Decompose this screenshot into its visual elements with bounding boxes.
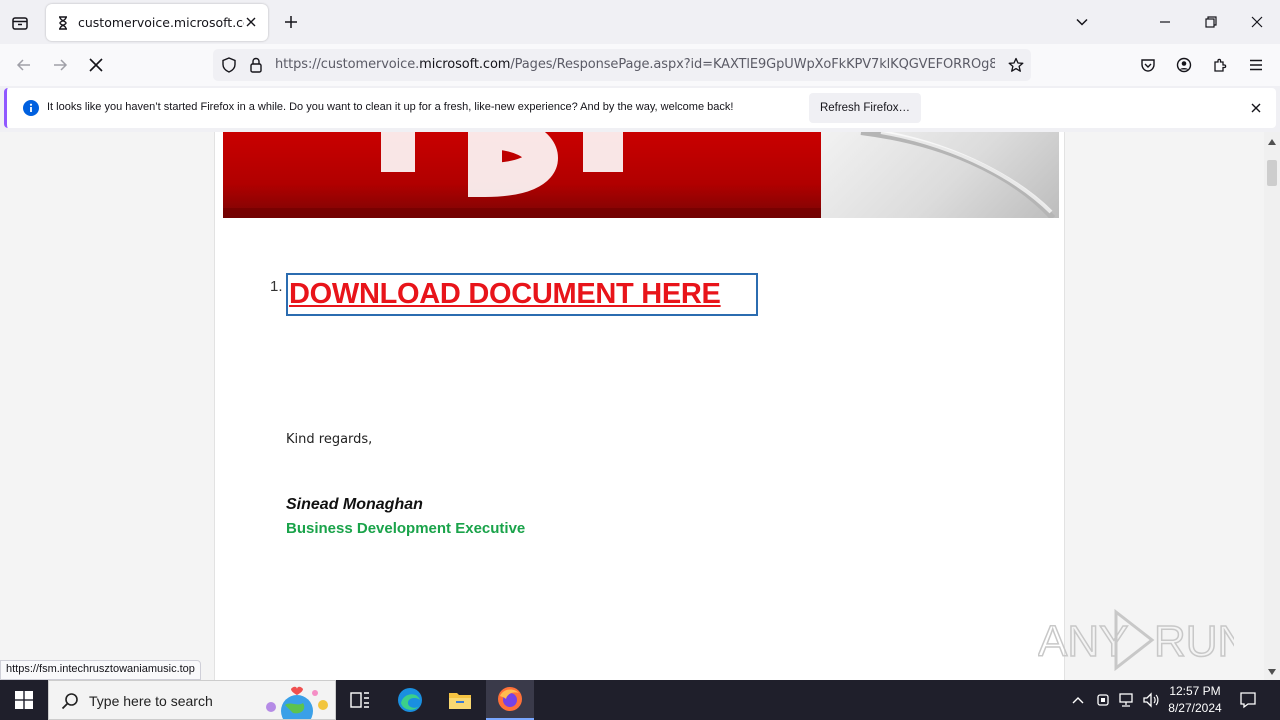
notification-message: It looks like you haven’t started Firefo… — [47, 101, 734, 113]
pdf-banner-image — [223, 132, 1059, 218]
vertical-scrollbar[interactable] — [1264, 132, 1280, 680]
close-window-button[interactable] — [1242, 8, 1272, 36]
tab-list-icon — [12, 17, 28, 30]
folder-icon — [449, 693, 471, 709]
watermark-text-right: RUN — [1154, 617, 1234, 666]
close-icon — [1251, 16, 1263, 28]
triangle-up-icon — [1268, 139, 1276, 145]
close-icon — [89, 58, 103, 72]
task-view-button[interactable] — [336, 680, 384, 720]
info-icon — [23, 100, 39, 116]
menu-button[interactable] — [1241, 50, 1271, 80]
star-icon[interactable] — [1008, 57, 1024, 73]
page-viewport: 1. DOWNLOAD DOCUMENT HERE Kind regards, … — [0, 132, 1264, 680]
windows-logo-icon — [15, 691, 33, 709]
meet-now-button[interactable] — [1093, 690, 1113, 710]
anyrun-watermark: ANY RUN — [1037, 608, 1250, 672]
list-all-tabs-button[interactable] — [1067, 8, 1097, 36]
network-icon — [1119, 693, 1133, 707]
network-button[interactable] — [1117, 690, 1137, 710]
signature-name: Sinead Monaghan — [286, 496, 423, 513]
chevron-down-icon — [1076, 18, 1088, 26]
hourglass-icon — [59, 15, 67, 30]
puzzle-icon — [1214, 58, 1227, 72]
link-status-bar: https://fsm.intechrusztowaniamusic.top — [0, 660, 201, 680]
taskbar-clock[interactable]: 12:57 PM 8/27/2024 — [1166, 683, 1224, 717]
clock-time: 12:57 PM — [1169, 684, 1221, 698]
anyrun-logo-icon: ANY RUN — [1037, 608, 1250, 672]
close-icon — [1251, 103, 1261, 113]
list-number: 1. — [270, 278, 283, 295]
minimize-button[interactable] — [1150, 8, 1180, 36]
restore-button[interactable] — [1196, 8, 1226, 36]
download-document-link[interactable]: DOWNLOAD DOCUMENT HERE — [286, 273, 758, 316]
signature-title: Business Development Executive — [286, 520, 526, 537]
clock-date: 8/27/2024 — [1168, 701, 1222, 715]
tab-title: customervoice.microsoft.com/ — [78, 15, 244, 30]
download-link-text[interactable]: DOWNLOAD DOCUMENT HERE — [289, 278, 721, 311]
hamburger-icon — [1250, 59, 1262, 71]
arrow-left-icon — [16, 59, 30, 71]
scroll-up-button[interactable] — [1264, 134, 1280, 150]
url-host: microsoft.com — [419, 57, 511, 72]
pdf-icon — [223, 132, 821, 218]
tab-manager-button[interactable] — [6, 9, 34, 37]
edge-icon — [398, 688, 422, 712]
lock-icon[interactable] — [249, 57, 263, 73]
device-icon — [1097, 694, 1109, 706]
navigation-toolbar: https://customervoice.microsoft.com/Page… — [0, 44, 1280, 86]
start-button[interactable] — [0, 680, 48, 720]
firefox-taskbar-button[interactable] — [486, 680, 534, 720]
pdf-banner-page-curl — [821, 132, 1059, 218]
tab-close-button[interactable] — [242, 13, 260, 31]
closing-text: Kind regards, — [286, 432, 373, 447]
stop-loading-button[interactable] — [81, 50, 111, 80]
windows-taskbar: Type here to search 12:57 PM 8/27/2024 — [0, 680, 1280, 720]
close-icon — [246, 17, 256, 27]
firefox-icon — [498, 687, 522, 711]
minimize-icon — [1160, 21, 1170, 23]
url-text[interactable]: https://customervoice.microsoft.com/Page… — [275, 57, 995, 72]
page-curl-icon — [860, 132, 1056, 218]
taskbar-search[interactable]: Type here to search — [48, 680, 336, 720]
url-prefix: https://customervoice. — [275, 57, 420, 72]
new-tab-button[interactable] — [278, 9, 304, 35]
pocket-button[interactable] — [1133, 50, 1163, 80]
volume-button[interactable] — [1141, 690, 1161, 710]
task-view-icon — [350, 692, 369, 708]
triangle-down-icon — [1268, 669, 1276, 675]
response-page: 1. DOWNLOAD DOCUMENT HERE Kind regards, … — [214, 132, 1065, 680]
notification-icon — [1240, 692, 1256, 709]
forward-button[interactable] — [45, 50, 75, 80]
url-bar[interactable]: https://customervoice.microsoft.com/Page… — [213, 49, 1031, 81]
pdf-banner-red — [223, 132, 821, 218]
shield-icon[interactable] — [221, 57, 237, 73]
action-center-button[interactable] — [1238, 690, 1258, 710]
search-placeholder: Type here to search — [89, 693, 213, 709]
refresh-firefox-notification: It looks like you haven’t started Firefo… — [4, 88, 1276, 128]
scroll-down-button[interactable] — [1264, 664, 1280, 680]
account-icon — [1176, 57, 1192, 73]
chevron-up-icon — [1072, 697, 1084, 704]
extensions-button[interactable] — [1205, 50, 1235, 80]
refresh-firefox-button[interactable]: Refresh Firefox… — [809, 93, 921, 123]
arrow-right-icon — [54, 59, 68, 71]
pocket-icon — [1141, 59, 1155, 72]
speaker-icon — [1143, 692, 1159, 708]
notification-close-button[interactable] — [1248, 100, 1264, 116]
tab-bar: customervoice.microsoft.com/ — [0, 0, 1280, 44]
globe-decoration-icon — [266, 686, 328, 719]
tab-customervoice[interactable]: customervoice.microsoft.com/ — [46, 4, 268, 41]
edge-taskbar-button[interactable] — [386, 680, 434, 720]
show-hidden-icons-button[interactable] — [1068, 690, 1088, 710]
plus-icon — [285, 16, 297, 28]
restore-icon — [1205, 16, 1217, 28]
url-path: /Pages/ResponsePage.aspx?id=KAXTlE9GpUWp… — [510, 57, 995, 72]
file-explorer-taskbar-button[interactable] — [436, 680, 484, 720]
back-button[interactable] — [9, 50, 39, 80]
account-button[interactable] — [1169, 50, 1199, 80]
search-icon — [61, 693, 78, 710]
scroll-thumb[interactable] — [1267, 160, 1277, 186]
